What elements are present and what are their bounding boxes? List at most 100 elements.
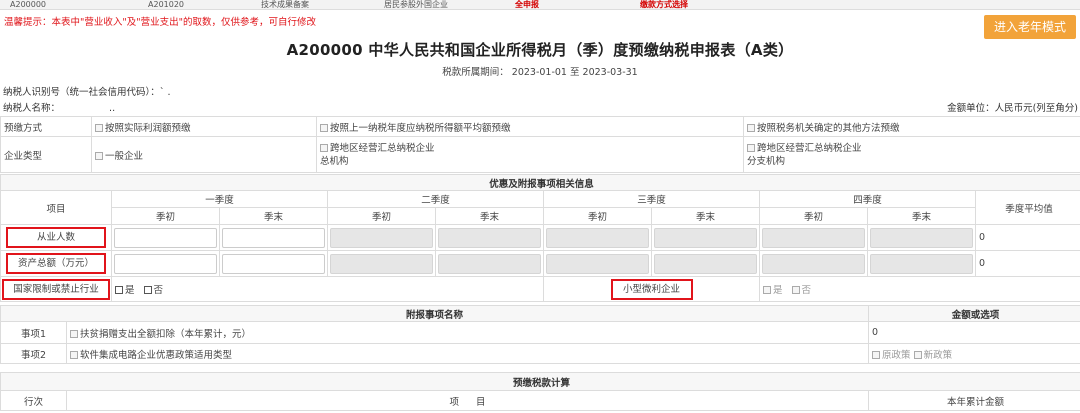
highlight-box: 小型微利企业 bbox=[610, 278, 693, 300]
employees-q1-end-cell bbox=[219, 224, 328, 251]
q1-header: 一季度 bbox=[111, 190, 328, 208]
notice-text: 温馨提示：本表中"营业收入"及"营业支出"的取数，仅供参考，可自行修改 bbox=[4, 17, 316, 28]
assets-q1-start-input[interactable] bbox=[114, 253, 217, 274]
declaration-type-table: 预缴方式 按照实际利润额预缴 按照上一纳税年度应纳税所得额平均额预缴 按照税务机… bbox=[0, 116, 1080, 173]
item2-checkbox[interactable] bbox=[70, 350, 78, 359]
assets-q2-start-input bbox=[330, 253, 433, 274]
item1-checkbox[interactable] bbox=[70, 329, 78, 338]
small-enterprise-label: 小型微利企业 bbox=[543, 276, 760, 302]
taxpayer-name-row: 纳税人名称： .. bbox=[3, 100, 115, 114]
old-policy-checkbox[interactable] bbox=[872, 350, 881, 359]
restricted-no-checkbox[interactable] bbox=[143, 286, 152, 294]
attached-section-title: 附报事项名称 bbox=[0, 305, 870, 322]
assets-q4-start-cell bbox=[759, 250, 868, 277]
calc-item-header: 项 目 bbox=[66, 390, 869, 411]
assets-q1-start-cell bbox=[111, 250, 220, 277]
q4-end-header: 季末 bbox=[867, 207, 976, 225]
employees-q2-start-cell bbox=[327, 224, 436, 251]
tax-calc-section-title: 预缴税款计算 bbox=[0, 372, 1080, 391]
taxpayer-name-value: .. bbox=[109, 103, 116, 114]
tab-payment-method[interactable]: 缴款方式选择 bbox=[640, 0, 688, 10]
assets-q2-end-cell bbox=[435, 250, 544, 277]
elderly-mode-button[interactable]: 进入老年模式 bbox=[984, 15, 1076, 39]
q3-start-header: 季初 bbox=[543, 207, 652, 225]
restricted-industry-label: 国家限制或禁止行业 bbox=[0, 276, 112, 302]
new-policy-checkbox[interactable] bbox=[913, 350, 922, 359]
small-enterprise-options: 是 否 bbox=[758, 276, 1080, 302]
q4-header: 四季度 bbox=[759, 190, 976, 208]
employees-q2-end-cell bbox=[435, 224, 544, 251]
checkbox-icon[interactable] bbox=[95, 151, 103, 160]
q2-start-header: 季初 bbox=[327, 207, 436, 225]
benefits-table: 优惠及附报事项相关信息 项目 一季度 二季度 三季度 四季度 季度平均值 季初 … bbox=[0, 174, 1080, 302]
checkbox-icon[interactable] bbox=[747, 143, 755, 152]
assets-q2-start-cell bbox=[327, 250, 436, 277]
tab-full-declaration[interactable]: 全申报 bbox=[515, 0, 539, 10]
restricted-yes-checkbox[interactable] bbox=[115, 286, 123, 294]
employees-q1-start-input[interactable] bbox=[114, 227, 217, 248]
employees-q4-end-input bbox=[870, 227, 973, 248]
benefits-section-title: 优惠及附报事项相关信息 bbox=[0, 174, 1080, 191]
enterprise-type-hq[interactable]: 跨地区经营汇总纳税企业 总机构 bbox=[316, 136, 744, 173]
q2-end-header: 季末 bbox=[435, 207, 544, 225]
tab-tech-filing[interactable]: 技术成果备案 bbox=[261, 0, 309, 10]
small-no-checkbox[interactable] bbox=[791, 286, 800, 294]
q3-end-header: 季末 bbox=[651, 207, 760, 225]
employees-q1-end-input[interactable] bbox=[222, 227, 325, 248]
assets-q3-start-cell bbox=[543, 250, 652, 277]
highlight-box: 从业人数 bbox=[6, 227, 106, 248]
checkbox-icon[interactable] bbox=[747, 123, 755, 132]
highlight-box: 资产总额（万元） bbox=[6, 253, 106, 274]
item-column-header: 项目 bbox=[0, 190, 112, 225]
assets-q1-end-cell bbox=[219, 250, 328, 277]
enterprise-type-branch[interactable]: 跨地区经营汇总纳税企业 分支机构 bbox=[743, 136, 1080, 173]
assets-q4-start-input bbox=[762, 253, 865, 274]
prepay-option-other[interactable]: 按照税务机关确定的其他方法预缴 bbox=[743, 116, 1080, 137]
tab-bar: A200000 A201020 技术成果备案 居民参股外国企业 全申报 缴款方式… bbox=[0, 0, 1080, 10]
employees-q2-start-input bbox=[330, 227, 433, 248]
small-yes-checkbox[interactable] bbox=[763, 286, 771, 294]
q2-header: 二季度 bbox=[327, 190, 544, 208]
item2-options: 原政策 新政策 bbox=[868, 343, 1080, 364]
item1-value[interactable]: 0 bbox=[868, 321, 1080, 344]
amount-option-header: 金额或选项 bbox=[868, 305, 1080, 322]
amount-unit: 金额单位：人民币元(列至角分) bbox=[947, 103, 1078, 114]
assets-q2-end-input bbox=[438, 253, 541, 274]
employees-q3-end-cell bbox=[651, 224, 760, 251]
row-number-header: 行次 bbox=[0, 390, 67, 411]
employees-q3-start-cell bbox=[543, 224, 652, 251]
item2-name: 软件集成电路企业优惠政策适用类型 bbox=[80, 349, 233, 361]
form-title: A200000 中华人民共和国企业所得税月（季）度预缴纳税申报表（A类） bbox=[286, 41, 794, 59]
employees-q4-start-cell bbox=[759, 224, 868, 251]
assets-q1-end-input[interactable] bbox=[222, 253, 325, 274]
assets-q3-end-cell bbox=[651, 250, 760, 277]
assets-q4-end-cell bbox=[867, 250, 976, 277]
checkbox-icon[interactable] bbox=[320, 143, 328, 152]
enterprise-type-general[interactable]: 一般企业 bbox=[91, 136, 317, 173]
taxpayer-name-label: 纳税人名称： bbox=[3, 103, 61, 114]
tab-a201020[interactable]: A201020 bbox=[148, 0, 184, 10]
tab-foreign-shareholding[interactable]: 居民参股外国企业 bbox=[384, 0, 448, 10]
prepay-option-average[interactable]: 按照上一纳税年度应纳税所得额平均额预缴 bbox=[316, 116, 744, 137]
q1-start-header: 季初 bbox=[111, 207, 220, 225]
taxpayer-id-label: 纳税人识别号（统一社会信用代码）：` . bbox=[3, 87, 171, 98]
q1-end-header: 季末 bbox=[219, 207, 328, 225]
employees-q1-start-cell bbox=[111, 224, 220, 251]
prepay-option-actual[interactable]: 按照实际利润额预缴 bbox=[91, 116, 317, 137]
item2-number: 事项2 bbox=[0, 343, 67, 364]
tax-calc-table: 预缴税款计算 行次 项 目 本年累计金额 bbox=[0, 372, 1080, 411]
prepay-method-label: 预缴方式 bbox=[0, 116, 92, 137]
employees-average: 0 bbox=[974, 224, 1080, 251]
item1-name-cell: 扶贫捐赠支出全额扣除（本年累计，元） bbox=[65, 321, 870, 344]
checkbox-icon[interactable] bbox=[320, 123, 328, 132]
highlight-box: 国家限制或禁止行业 bbox=[2, 278, 110, 300]
restricted-industry-options: 是 否 bbox=[111, 276, 544, 302]
item2-name-cell: 软件集成电路企业优惠政策适用类型 bbox=[65, 343, 870, 364]
employees-q4-end-cell bbox=[867, 224, 976, 251]
q4-start-header: 季初 bbox=[759, 207, 868, 225]
cumulative-amount-header: 本年累计金额 bbox=[867, 390, 1080, 411]
assets-average: 0 bbox=[974, 250, 1080, 277]
checkbox-icon[interactable] bbox=[95, 123, 103, 132]
tab-a200000[interactable]: A200000 bbox=[10, 0, 46, 10]
quarter-average-header: 季度平均值 bbox=[974, 190, 1080, 225]
